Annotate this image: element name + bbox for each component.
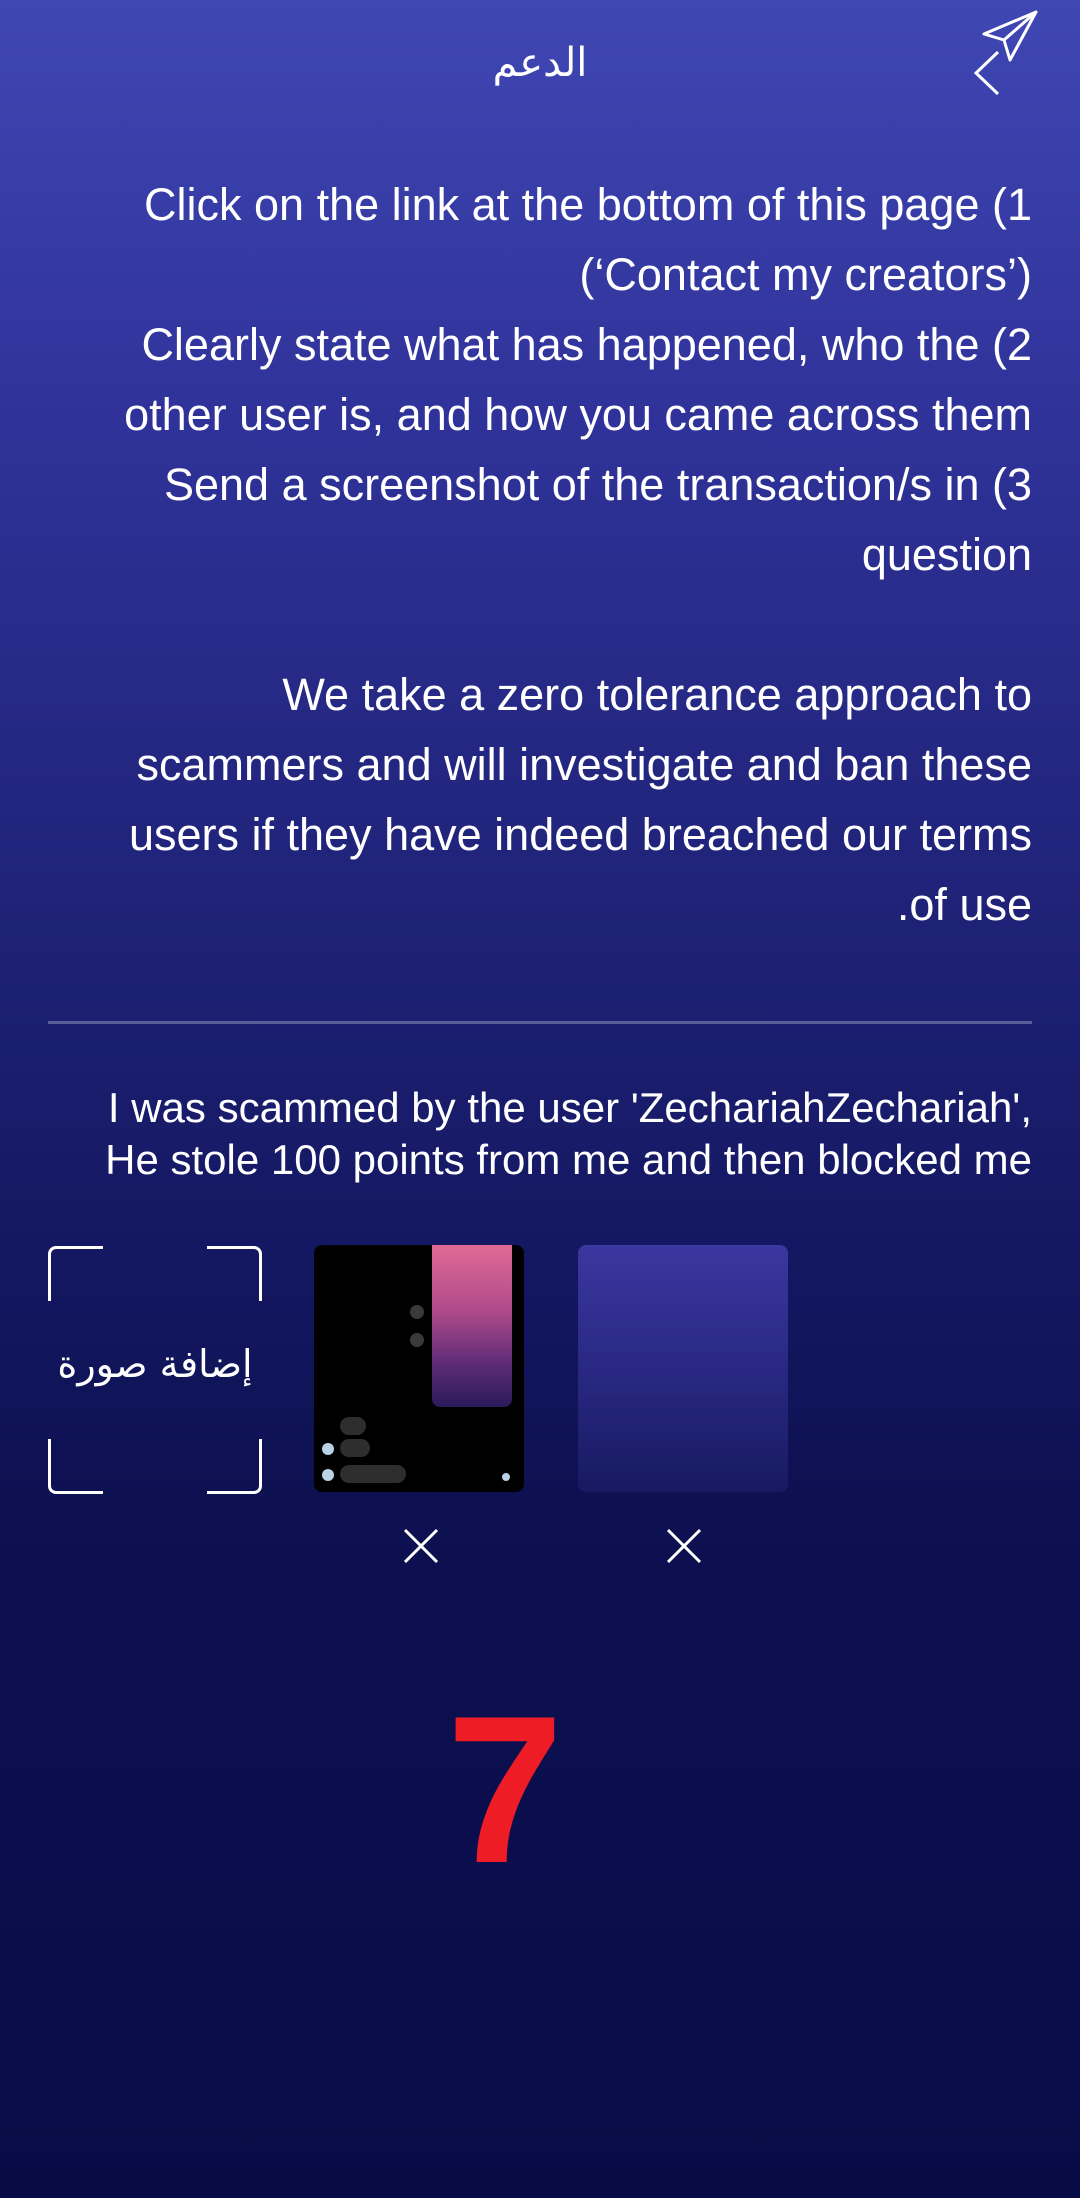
camera-icon bbox=[410, 1333, 424, 1347]
thumbnail-preview bbox=[432, 1245, 512, 1407]
overlay-number: 7 bbox=[446, 1672, 564, 1907]
paper-plane-icon bbox=[982, 10, 1038, 62]
frame-corner bbox=[207, 1246, 262, 1301]
avatar bbox=[502, 1473, 510, 1481]
instruction-line: Send a screenshot of the transaction/s i… bbox=[163, 459, 1032, 510]
frame-corner bbox=[207, 1439, 262, 1494]
instruction-line: Click on the link at the bottom of this … bbox=[144, 179, 1032, 230]
remove-attachment-button[interactable] bbox=[664, 1526, 704, 1566]
policy-line: We take a zero tolerance approach to bbox=[282, 669, 1032, 720]
instruction-line: (‘Contact my creators’) bbox=[579, 249, 1032, 300]
policy-line: .of use bbox=[896, 879, 1032, 930]
attachment-thumbnail[interactable] bbox=[314, 1245, 524, 1492]
add-photo-label: إضافة صورة bbox=[57, 1342, 253, 1386]
chat-chip bbox=[340, 1417, 366, 1435]
instruction-line: Clearly state what has happened, who the… bbox=[141, 319, 1032, 370]
avatar bbox=[322, 1443, 334, 1455]
divider bbox=[48, 1021, 1032, 1024]
instruction-line: question bbox=[861, 529, 1032, 580]
frame-corner bbox=[48, 1439, 103, 1494]
remove-attachment-button[interactable] bbox=[401, 1526, 441, 1566]
page-title: الدعم bbox=[492, 40, 588, 86]
send-button[interactable] bbox=[980, 8, 1040, 64]
instruction-line: other user is, and how you came across t… bbox=[124, 389, 1032, 440]
message-input[interactable]: I was scammed by the user 'ZechariahZech… bbox=[40, 1082, 1032, 1186]
frame-corner bbox=[48, 1246, 103, 1301]
close-icon bbox=[403, 1528, 439, 1564]
app-header: الدعم bbox=[0, 0, 1080, 140]
attachment-thumbnail[interactable] bbox=[578, 1245, 788, 1492]
policy-line: scammers and will investigate and ban th… bbox=[136, 739, 1032, 790]
message-line: I was scammed by the user 'ZechariahZech… bbox=[107, 1084, 1032, 1131]
chat-chip bbox=[340, 1465, 406, 1483]
avatar bbox=[322, 1469, 334, 1481]
support-instructions: Click on the link at the bottom of this … bbox=[48, 170, 1032, 940]
chat-chip bbox=[340, 1439, 370, 1457]
share-icon bbox=[410, 1305, 424, 1319]
add-photo-button[interactable]: إضافة صورة bbox=[48, 1246, 262, 1494]
close-icon bbox=[666, 1528, 702, 1564]
policy-line: users if they have indeed breached our t… bbox=[128, 809, 1032, 860]
message-line: He stole 100 points from me and then blo… bbox=[105, 1136, 1032, 1183]
